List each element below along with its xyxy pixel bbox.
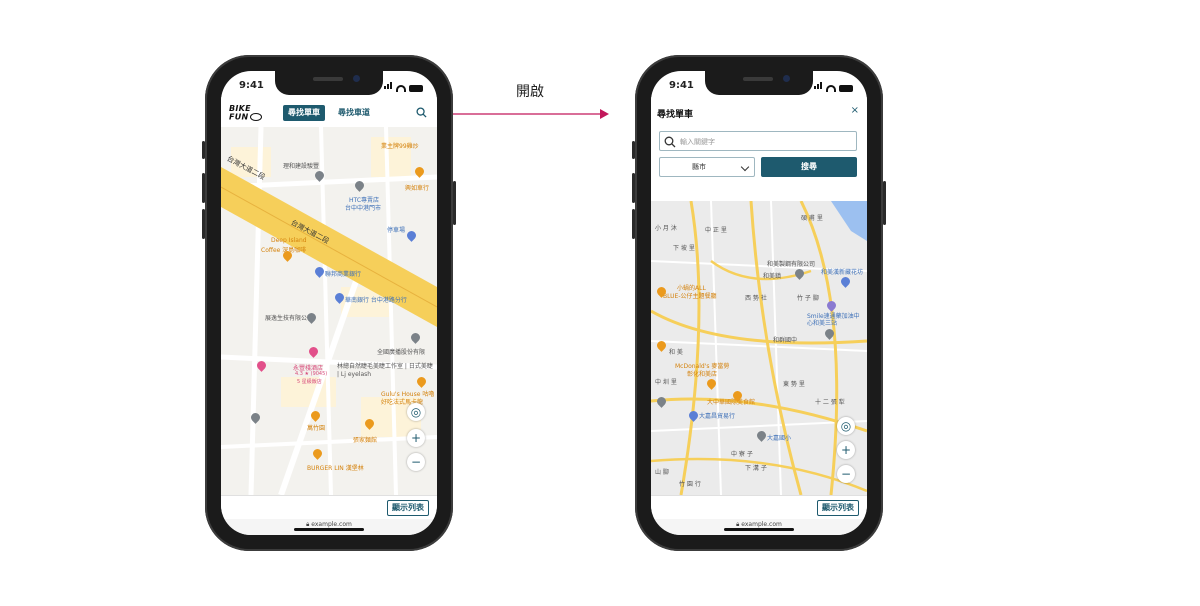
zoom-out-button[interactable]: − <box>837 465 855 483</box>
map-label: 西 勢 社 <box>745 295 767 302</box>
map-label: BURGER LIN 漢堡林 <box>307 465 364 472</box>
app-header: BIKE FUN 尋找單車 尋找車道 <box>221 97 437 127</box>
map-label: 中 圳 里 <box>655 379 677 386</box>
map-label: 下 溝 子 <box>745 465 767 472</box>
status-bar: 9:41 <box>221 71 437 97</box>
show-list-button[interactable]: 顯示列表 <box>817 500 859 516</box>
map-label: 中 正 里 <box>705 227 727 234</box>
search-button[interactable]: 搜尋 <box>761 157 857 177</box>
map-label: 大中華國際美食館 <box>707 399 756 406</box>
city-select-value: 縣市 <box>692 163 706 171</box>
zoom-in-button[interactable]: + <box>407 429 425 447</box>
search-panel-header: 尋找單車 × <box>651 97 867 125</box>
keyword-input[interactable]: 輸入關鍵字 <box>659 131 857 151</box>
left-phone-frame: 9:41 BIKE FUN 尋找單車 尋找車道 業主牌99雞炒 台灣大道二段 理… <box>202 55 456 551</box>
signal-icon <box>384 81 393 92</box>
map-label: 和美製鋼有限公司 <box>767 261 816 268</box>
map-label: 小 月 沐 <box>655 225 677 232</box>
map-label: 和美鎮 <box>763 273 782 280</box>
keyword-placeholder: 輸入關鍵字 <box>680 138 715 146</box>
status-time: 9:41 <box>239 80 264 91</box>
map-label: 大嘉國小 <box>767 435 792 442</box>
map-label: 台中中港門市 <box>345 205 382 212</box>
map-label: 興如車行 <box>405 185 430 192</box>
map-label: 中 寮 子 <box>731 451 753 458</box>
map-label: 和美漢新藏花坊 <box>821 269 864 276</box>
map-view[interactable]: 業主牌99雞炒 台灣大道二段 理和建設駿豐 興如車行 HTC專賣店 台中中港門市… <box>221 127 437 495</box>
map-label: 彰化和美店 <box>687 371 718 378</box>
url-text: example.com <box>311 521 352 528</box>
search-icon[interactable] <box>416 107 427 118</box>
map-label: Deep Island <box>271 237 307 244</box>
map-label: 全國廣播股份有限 <box>377 349 426 356</box>
stage: 開啟 9:41 BIKE FUN 尋找單車 尋找車道 業主牌99雞炒 台灣大道二… <box>0 0 1200 606</box>
map-label: 竹 子 腳 <box>797 295 819 302</box>
chevron-down-icon <box>740 162 750 172</box>
map-label: 竹 園 行 <box>679 481 701 488</box>
url-bar[interactable]: 🔒︎ example.com <box>651 519 867 535</box>
map-label: BLUE-公仔主題餐廳 <box>663 293 717 300</box>
map-label: Smile速通藥加油中心和美三站 <box>807 313 860 327</box>
map-label: 和 美 <box>669 349 683 356</box>
hotel-tag: 5 星級飯店 <box>297 379 322 385</box>
map-label: 東 勢 里 <box>783 381 805 388</box>
tab-find-lane[interactable]: 尋找車道 <box>333 105 375 121</box>
left-screen: 9:41 BIKE FUN 尋找單車 尋找車道 業主牌99雞炒 台灣大道二段 理… <box>221 71 437 535</box>
home-indicator <box>724 528 794 531</box>
annotation-arrow <box>430 109 609 119</box>
panel-title: 尋找單車 <box>657 110 694 120</box>
status-bar: 9:41 <box>651 71 867 97</box>
map-label: 張家麵館 <box>353 437 378 444</box>
map-label: 業主牌99雞炒 <box>381 143 419 150</box>
url-text: example.com <box>741 521 782 528</box>
map-label: 萬竹園 <box>307 425 326 432</box>
show-list-button[interactable]: 顯示列表 <box>387 500 429 516</box>
map-label: 下 坡 里 <box>673 245 695 252</box>
status-time: 9:41 <box>669 80 694 91</box>
bikefun-logo[interactable]: BIKE FUN <box>229 105 262 122</box>
right-phone-frame: 9:41 尋找單車 × 輸入關鍵字 縣市 搜尋 小 月 沐 中 正 里 碩 甫 … <box>632 55 886 551</box>
tab-find-bike[interactable]: 尋找單車 <box>283 105 325 121</box>
city-select[interactable]: 縣市 <box>659 157 755 177</box>
signal-icon <box>814 81 823 92</box>
bottom-bar: 顯示列表 <box>221 495 437 519</box>
right-screen: 9:41 尋找單車 × 輸入關鍵字 縣市 搜尋 小 月 沐 中 正 里 碩 甫 … <box>651 71 867 535</box>
map-label: 十 二 張 犁 <box>815 399 845 406</box>
map-label: 理和建設駿豐 <box>283 163 320 170</box>
zoom-in-button[interactable]: + <box>837 441 855 459</box>
wifi-icon <box>826 85 836 92</box>
map-label: 和群國中 <box>773 337 798 344</box>
annotation-label: 開啟 <box>516 84 544 100</box>
home-indicator <box>294 528 364 531</box>
map-label: 山 腳 <box>655 469 669 476</box>
zoom-out-button[interactable]: − <box>407 453 425 471</box>
hotel-rating: 4.3 ★ (9045) <box>295 371 328 377</box>
map-label: 停車場 <box>387 227 406 234</box>
close-button[interactable]: × <box>851 105 859 116</box>
locate-me-button[interactable]: ◎ <box>837 417 855 435</box>
battery-icon <box>839 85 853 92</box>
bottom-bar: 顯示列表 <box>651 495 867 519</box>
bicycle-icon <box>249 113 262 121</box>
locate-me-button[interactable]: ◎ <box>407 403 425 421</box>
map-view[interactable]: 小 月 沐 中 正 里 碩 甫 里 下 坡 里 和美製鋼有限公司 和美鎮 和美漢… <box>651 201 867 495</box>
map-label: 聯邦商業銀行 <box>325 271 362 278</box>
url-bar[interactable]: 🔒︎ example.com <box>221 519 437 535</box>
battery-icon <box>409 85 423 92</box>
wifi-icon <box>396 85 406 92</box>
map-label: 華南銀行 台中港路分行 <box>345 297 407 304</box>
map-label: 碩 甫 里 <box>801 215 823 222</box>
map-label: 大嘉昌貿易行 <box>699 413 736 420</box>
search-icon <box>664 136 676 148</box>
